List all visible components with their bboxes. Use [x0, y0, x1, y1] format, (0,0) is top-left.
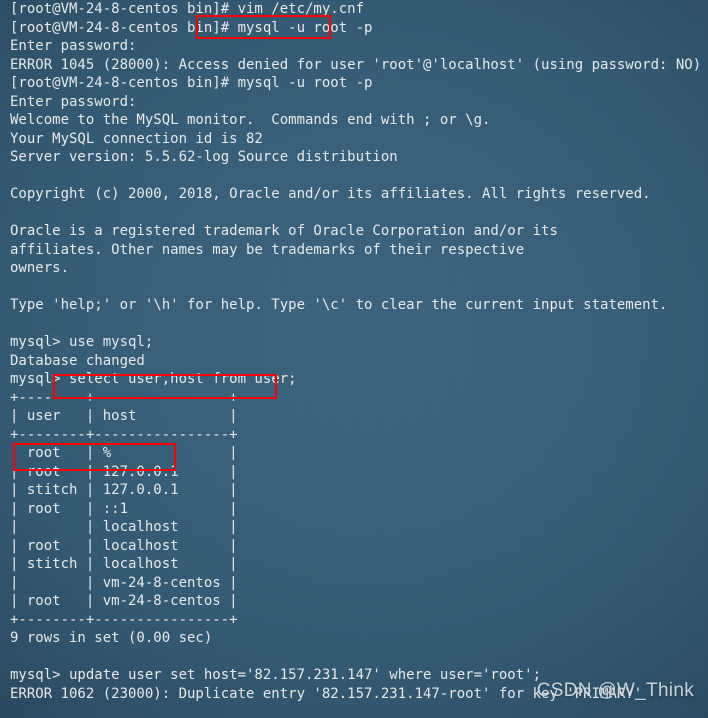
- terminal-line: | stitch | 127.0.0.1 |: [10, 482, 238, 498]
- terminal-line: | root | % |: [10, 445, 238, 461]
- terminal-line: | root | localhost |: [10, 537, 238, 554]
- terminal-line: Your MySQL connection id is 82: [10, 130, 263, 147]
- terminal-line: | root | vm-24-8-centos |: [10, 593, 238, 609]
- terminal-line: Copyright (c) 2000, 2018, Oracle and/or …: [10, 186, 651, 202]
- terminal-line: +--------+----------------+: [10, 611, 238, 628]
- csdn-watermark: CSDN @W_Think: [536, 679, 694, 701]
- terminal-line: Database changed: [10, 352, 145, 369]
- terminal-line: | | localhost |: [10, 519, 238, 535]
- terminal-line: mysql> select user,host from user;: [10, 371, 297, 387]
- terminal-line: Welcome to the MySQL monitor. Commands e…: [10, 112, 491, 128]
- terminal-line: ERROR 1045 (28000): Access denied for us…: [10, 56, 702, 73]
- terminal-output: [root@VM-24-8-centos bin]# vim /etc/my.c…: [10, 0, 708, 703]
- terminal-line: Oracle is a registered trademark of Orac…: [10, 223, 558, 239]
- terminal-line: | root | ::1 |: [10, 500, 238, 517]
- terminal-line: Enter password:: [10, 93, 137, 110]
- terminal-line: owners.: [10, 260, 70, 276]
- terminal-line: mysql> use mysql;: [10, 334, 154, 350]
- terminal-line: | root | 127.0.0.1 |: [10, 463, 238, 480]
- terminal-line: | user | host |: [10, 408, 238, 424]
- terminal-line: [root@VM-24-8-centos bin]# mysql -u root…: [10, 19, 373, 36]
- terminal-line: | | vm-24-8-centos |: [10, 574, 238, 591]
- terminal-line: +--------+----------------+: [10, 426, 238, 443]
- terminal-line: Server version: 5.5.62-log Source distri…: [10, 149, 398, 165]
- terminal-window[interactable]: [root@VM-24-8-centos bin]# vim /etc/my.c…: [0, 0, 708, 718]
- terminal-line: [root@VM-24-8-centos bin]# vim /etc/my.c…: [10, 1, 365, 17]
- terminal-line: 9 rows in set (0.00 sec): [10, 630, 213, 646]
- terminal-line: +--------+----------------+: [10, 389, 238, 406]
- terminal-line: [root@VM-24-8-centos bin]# mysql -u root…: [10, 75, 373, 91]
- terminal-line: Type 'help;' or '\h' for help. Type '\c'…: [10, 297, 668, 313]
- terminal-line: Enter password:: [10, 38, 137, 54]
- terminal-line: affiliates. Other names may be trademark…: [10, 241, 525, 258]
- terminal-line: | stitch | localhost |: [10, 556, 238, 572]
